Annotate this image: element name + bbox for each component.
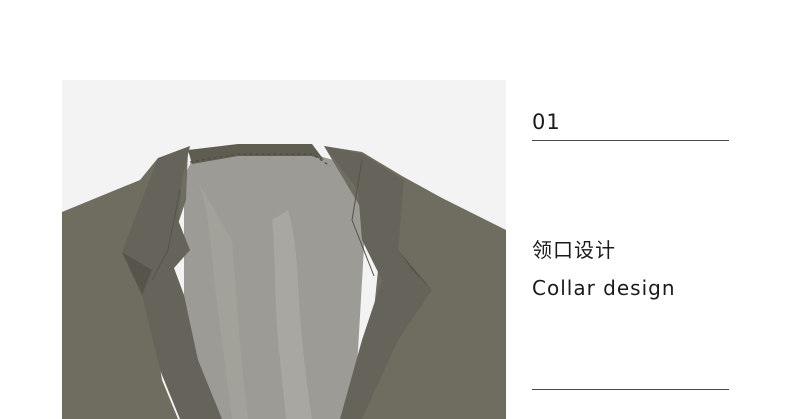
- section-title-chinese: 领口设计: [532, 238, 616, 262]
- jacket-collar-image: [62, 80, 506, 419]
- section-title-english: Collar design: [532, 276, 676, 300]
- divider-top: [532, 140, 729, 141]
- product-photo: [62, 80, 506, 419]
- divider-bottom: [532, 389, 729, 390]
- section-number: 01: [532, 110, 561, 134]
